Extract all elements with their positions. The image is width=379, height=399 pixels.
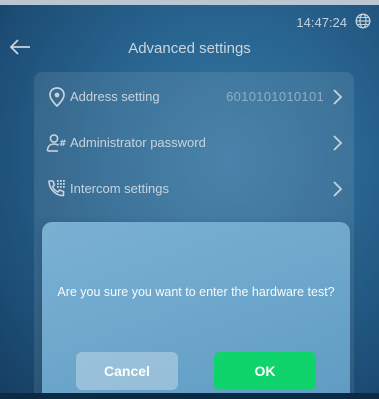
confirm-dialog: Are you sure you want to enter the hardw… (42, 222, 350, 399)
cancel-button[interactable]: Cancel (76, 352, 178, 390)
dialog-message: Are you sure you want to enter the hardw… (57, 285, 335, 299)
bottom-strip (0, 393, 379, 399)
ok-button[interactable]: OK (214, 352, 316, 390)
screen: 14:47:24 Advanced settings Address setti… (0, 0, 379, 399)
